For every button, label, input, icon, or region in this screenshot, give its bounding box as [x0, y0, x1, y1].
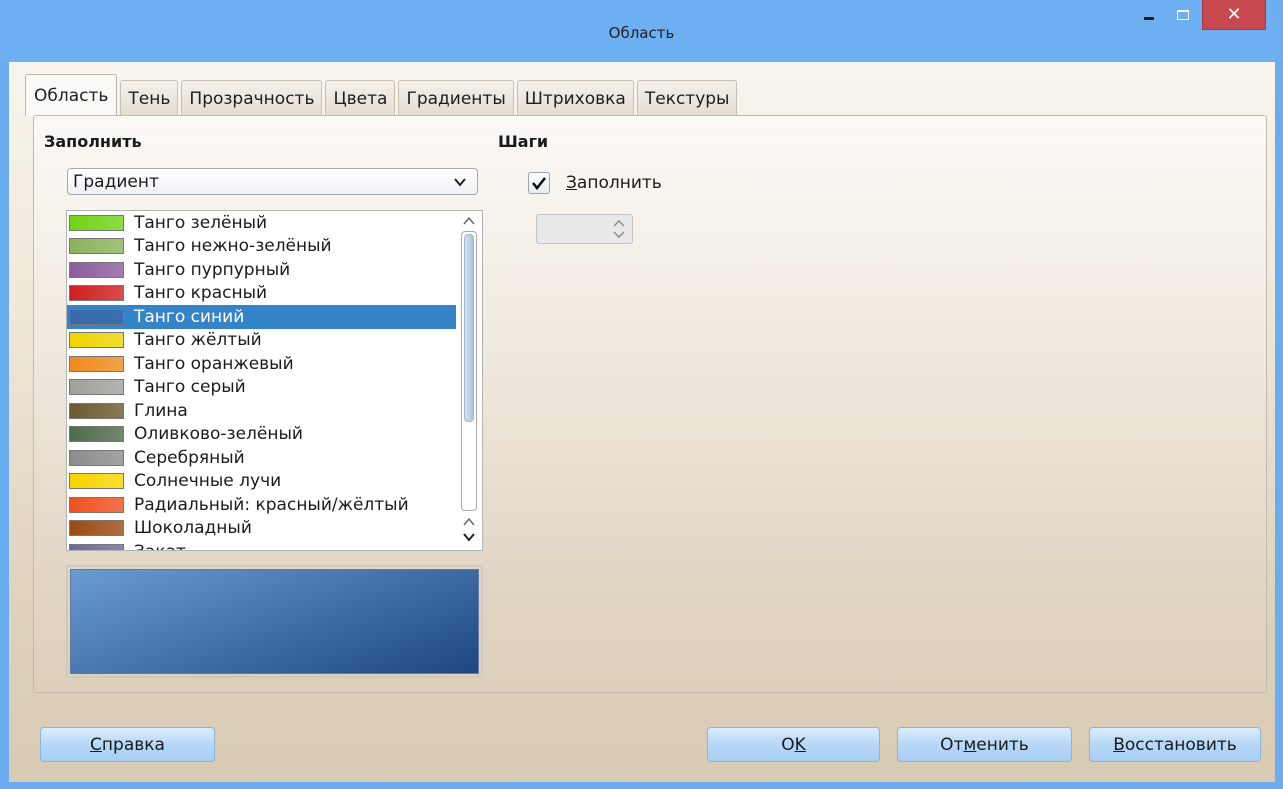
gradient-label: Танго жёлтый	[134, 330, 262, 351]
help-button[interactable]: Справка	[40, 727, 215, 762]
scroll-up-icon[interactable]	[462, 516, 476, 528]
steps-heading: Шаги	[498, 132, 549, 151]
gradient-list-item[interactable]: Танго серый	[67, 376, 456, 400]
gradient-list-item[interactable]: Танго нежно-зелёный	[67, 235, 456, 259]
gradient-label: Танго зелёный	[134, 212, 268, 233]
gradient-label: Танго оранжевый	[134, 353, 294, 374]
auto-steps-checkbox[interactable]	[528, 172, 550, 194]
gradient-swatch	[69, 238, 124, 255]
scroll-up-icon[interactable]	[462, 215, 476, 227]
title-bar[interactable]: Область ✕	[0, 0, 1283, 62]
tab-textures[interactable]: Текстуры	[636, 80, 738, 116]
gradient-label: Танго пурпурный	[134, 259, 291, 280]
gradient-list-item[interactable]: Закат	[67, 540, 456, 550]
gradient-swatch	[69, 449, 124, 466]
gradient-label: Радиальный: красный/жёлтый	[134, 494, 409, 515]
gradient-swatch	[69, 214, 124, 231]
auto-steps-label[interactable]: Заполнить	[566, 173, 662, 193]
tab-transparency[interactable]: Прозрачность	[181, 80, 323, 116]
gradient-label: Оливково-зелёный	[134, 424, 303, 445]
gradient-swatch	[69, 355, 124, 372]
steps-increment-spinbox[interactable]	[536, 214, 633, 244]
checkmark-icon	[531, 177, 547, 191]
tab-gradients[interactable]: Градиенты	[398, 80, 514, 116]
gradient-list-items: Танго зелёный Танго нежно-зелёный Танго пу…	[67, 211, 456, 550]
gradient-list-item[interactable]: Танго пурпурный	[67, 258, 456, 282]
gradient-swatch	[69, 332, 124, 349]
tab-shadow[interactable]: Тень	[120, 80, 179, 116]
gradient-label: Шоколадный	[134, 518, 252, 539]
gradient-swatch	[69, 308, 124, 325]
gradient-swatch	[69, 285, 124, 302]
gradient-swatch	[69, 543, 124, 550]
gradient-preview	[66, 565, 483, 678]
scroll-down-icon[interactable]	[462, 531, 476, 543]
gradient-list-item[interactable]: Оливково-зелёный	[67, 423, 456, 447]
gradient-swatch	[69, 426, 124, 443]
gradient-swatch	[69, 496, 124, 513]
spin-arrows-icon[interactable]	[612, 218, 626, 240]
maximize-button[interactable]	[1166, 0, 1200, 30]
fill-heading: Заполнить	[44, 132, 142, 151]
gradient-label: Танго синий	[134, 306, 245, 327]
gradient-swatch	[69, 379, 124, 396]
gradient-list-item[interactable]: Танго жёлтый	[67, 329, 456, 353]
tab-bar: Область Тень Прозрачность Цвета Градиент…	[25, 74, 740, 116]
gradient-label: Танго нежно-зелёный	[134, 236, 332, 257]
gradient-preview-swatch	[70, 569, 479, 674]
minimize-icon	[1144, 16, 1154, 20]
gradient-label: Танго серый	[134, 377, 246, 398]
gradient-swatch	[69, 520, 124, 537]
gradient-swatch	[69, 402, 124, 419]
close-icon: ✕	[1226, 4, 1242, 25]
gradient-list-item[interactable]: Танго зелёный	[67, 211, 456, 235]
close-button[interactable]: ✕	[1202, 0, 1266, 30]
gradient-label: Серебряный	[134, 447, 245, 468]
dialog-window: Область ✕ Область Тень Прозрачность Цвет…	[0, 0, 1283, 789]
gradient-list-item[interactable]: Танго синий	[67, 305, 456, 329]
vertical-scrollbar[interactable]	[456, 211, 482, 550]
gradient-list-item[interactable]: Солнечные лучи	[67, 470, 456, 494]
fill-type-dropdown[interactable]: Градиент	[67, 168, 478, 195]
gradient-list-item[interactable]: Радиальный: красный/жёлтый	[67, 493, 456, 517]
minimize-button[interactable]	[1132, 0, 1166, 30]
tab-colors[interactable]: Цвета	[325, 80, 396, 116]
cancel-button[interactable]: От м енить	[897, 727, 1072, 762]
chevron-down-icon	[454, 178, 466, 187]
tab-area[interactable]: Область	[25, 74, 118, 116]
gradient-list-item[interactable]: Шоколадный	[67, 517, 456, 541]
gradient-label: Глина	[134, 400, 188, 421]
maximize-icon	[1177, 10, 1189, 20]
fill-type-value: Градиент	[73, 171, 159, 192]
scroll-track[interactable]	[461, 231, 477, 511]
gradient-label: Закат	[134, 542, 186, 550]
tab-hatching[interactable]: Штриховка	[516, 80, 634, 116]
reset-button[interactable]: Восстановить	[1089, 727, 1261, 762]
gradient-list-item[interactable]: Танго красный	[67, 282, 456, 306]
ok-button[interactable]: OK	[707, 727, 880, 762]
gradient-label: Танго красный	[134, 283, 268, 304]
gradient-list-item[interactable]: Танго оранжевый	[67, 352, 456, 376]
window-title: Область	[608, 24, 675, 42]
gradient-swatch	[69, 261, 124, 278]
gradient-list-item[interactable]: Глина	[67, 399, 456, 423]
gradient-list[interactable]: Танго зелёный Танго нежно-зелёный Танго пу…	[66, 210, 483, 551]
gradient-list-item[interactable]: Серебряный	[67, 446, 456, 470]
scroll-thumb[interactable]	[464, 234, 474, 422]
gradient-swatch	[69, 473, 124, 490]
gradient-label: Солнечные лучи	[134, 471, 282, 492]
